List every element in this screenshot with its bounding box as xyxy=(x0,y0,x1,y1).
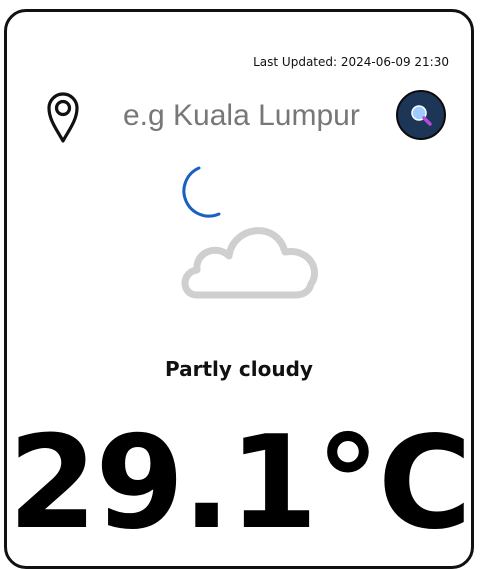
city-search-input[interactable] xyxy=(119,92,393,140)
temperature-value: 29.1°C xyxy=(8,409,471,558)
search-button[interactable] xyxy=(396,90,446,140)
last-updated-text: Last Updated: 2024-06-09 21:30 xyxy=(253,55,449,69)
search-magnifier-icon xyxy=(398,92,444,138)
night-partly-cloudy-icon xyxy=(159,160,339,312)
weather-condition-text: Partly cloudy xyxy=(165,357,313,381)
location-pin-icon xyxy=(45,90,81,144)
weather-card: Last Updated: 2024-06-09 21:30 Partly cl… xyxy=(4,9,474,569)
